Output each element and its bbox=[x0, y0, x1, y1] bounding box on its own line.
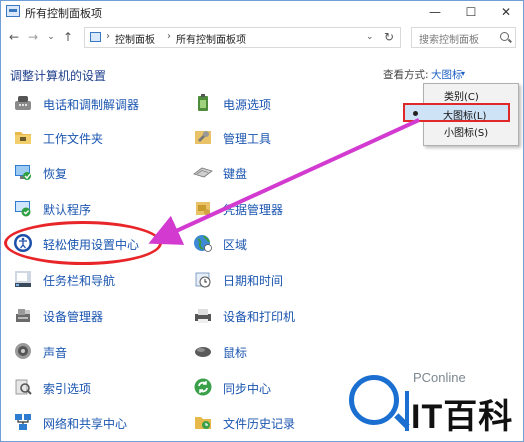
keyboard-icon bbox=[193, 167, 213, 178]
device-manager-icon bbox=[16, 309, 30, 322]
item-label: 工作文件夹 bbox=[43, 132, 104, 146]
minimize-button[interactable]: — bbox=[418, 1, 452, 23]
item-label: 默认程序 bbox=[43, 203, 92, 217]
control-panel-window: 所有控制面板项 — ☐ ✕ ← → ⌄ ↑ › 控制面板 › 所有控制面板项 ⌄… bbox=[0, 0, 524, 442]
selected-bullet-icon bbox=[413, 111, 418, 116]
menu-item-large-icons[interactable]: 大图标(L) bbox=[403, 103, 510, 122]
item-label: 声音 bbox=[43, 346, 68, 360]
magnifier-logo-icon bbox=[349, 375, 399, 425]
item-label: 文件历史记录 bbox=[223, 417, 296, 431]
indexing-options-icon bbox=[15, 379, 32, 395]
search-icon[interactable] bbox=[500, 32, 509, 41]
devices-printers-icon bbox=[195, 309, 211, 323]
navigation-bar: ← → ⌄ ↑ › 控制面板 › 所有控制面板项 ⌄ ↻ 搜索控制面板 bbox=[1, 26, 523, 50]
page-heading: 调整计算机的设置 bbox=[10, 69, 107, 83]
item-label: 电话和调制解调器 bbox=[43, 98, 140, 112]
back-arrow-icon[interactable]: ← bbox=[7, 29, 21, 45]
search-box[interactable]: 搜索控制面板 bbox=[411, 27, 516, 48]
forward-arrow-icon[interactable]: → bbox=[26, 29, 40, 45]
item-label: 任务栏和导航 bbox=[43, 274, 116, 288]
search-placeholder: 搜索控制面板 bbox=[419, 35, 479, 46]
item-label: 日期和时间 bbox=[223, 274, 284, 288]
recovery-icon bbox=[15, 165, 31, 180]
breadcrumb-separator: › bbox=[106, 31, 110, 42]
menu-item-small-icons[interactable]: 小图标(S) bbox=[444, 124, 488, 139]
item-label: 电源选项 bbox=[223, 98, 272, 112]
taskbar-icon bbox=[15, 271, 31, 287]
item-label: 索引选项 bbox=[43, 382, 92, 396]
item-label: 键盘 bbox=[223, 167, 248, 181]
item-label: 同步中心 bbox=[223, 382, 272, 396]
network-sharing-icon bbox=[15, 414, 31, 430]
control-panel-app-icon bbox=[6, 5, 20, 17]
view-by-label: 查看方式: bbox=[383, 69, 429, 81]
breadcrumb-control-panel[interactable]: 控制面板 bbox=[115, 31, 155, 46]
recent-locations-icon[interactable]: ⌄ bbox=[44, 29, 58, 45]
title-bar: 所有控制面板项 — ☐ ✕ bbox=[1, 1, 523, 23]
maximize-button[interactable]: ☐ bbox=[454, 1, 488, 23]
watermark-text: IT百科 bbox=[411, 398, 514, 436]
work-folders-icon bbox=[15, 132, 31, 144]
highlight-ellipse bbox=[4, 221, 162, 265]
breadcrumb-all-items[interactable]: 所有控制面板项 bbox=[176, 31, 246, 46]
up-arrow-icon[interactable]: ↑ bbox=[61, 29, 75, 45]
credential-manager-icon bbox=[196, 202, 210, 215]
control-panel-icon bbox=[90, 32, 101, 42]
menu-item-label: 大图标(L) bbox=[443, 111, 487, 122]
pconline-watermark: PConline IT百科 bbox=[341, 369, 521, 439]
item-label: 区域 bbox=[223, 238, 248, 252]
default-programs-icon bbox=[15, 201, 31, 217]
phone-modem-icon bbox=[15, 96, 31, 110]
item-label: 网络和共享中心 bbox=[43, 417, 128, 431]
watermark-brand: PConline bbox=[413, 370, 466, 385]
item-label: 凭据管理器 bbox=[223, 203, 284, 217]
breadcrumb-separator: › bbox=[167, 31, 171, 42]
file-history-icon bbox=[195, 417, 211, 429]
sync-center-icon bbox=[194, 378, 212, 396]
item-label: 管理工具 bbox=[223, 132, 272, 146]
menu-item-category[interactable]: 类别(C) bbox=[444, 88, 479, 103]
item-label: 鼠标 bbox=[223, 346, 248, 360]
address-bar[interactable]: › 控制面板 › 所有控制面板项 ⌄ ↻ bbox=[84, 27, 401, 48]
view-by-dropdown[interactable]: 大图标 bbox=[431, 67, 463, 82]
window-title: 所有控制面板项 bbox=[25, 7, 102, 20]
item-label: 设备管理器 bbox=[43, 310, 104, 324]
refresh-icon[interactable]: ↻ bbox=[384, 30, 394, 44]
power-options-icon bbox=[198, 94, 208, 111]
item-label: 恢复 bbox=[43, 167, 68, 181]
date-time-icon bbox=[195, 272, 211, 288]
logo-bar bbox=[405, 391, 409, 431]
mouse-icon bbox=[195, 347, 211, 357]
chevron-down-icon[interactable]: ▾ bbox=[461, 69, 465, 78]
sound-icon bbox=[15, 343, 31, 359]
region-icon bbox=[194, 235, 212, 252]
item-label: 设备和打印机 bbox=[223, 310, 296, 324]
address-dropdown-icon[interactable]: ⌄ bbox=[366, 32, 374, 42]
close-button[interactable]: ✕ bbox=[489, 1, 523, 23]
admin-tools-icon bbox=[195, 131, 211, 144]
